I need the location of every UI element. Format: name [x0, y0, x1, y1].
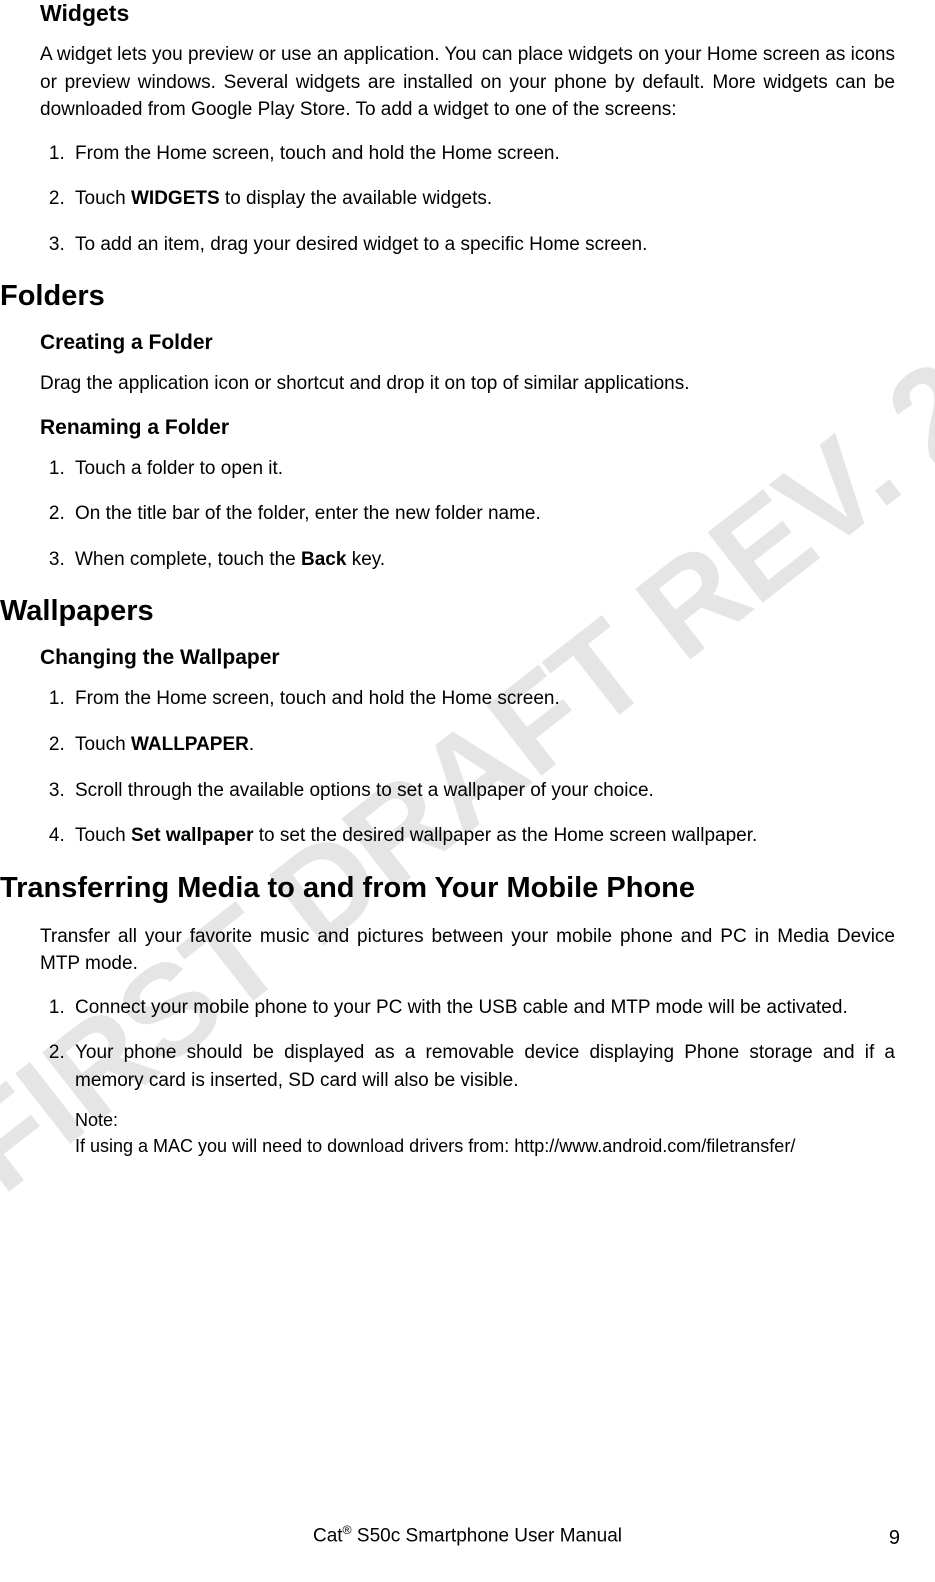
transferring-note: Note: If using a MAC you will need to do… [75, 1108, 895, 1158]
widgets-intro: A widget lets you preview or use an appl… [40, 41, 895, 124]
wallpaper-steps: From the Home screen, touch and hold the… [40, 685, 895, 849]
heading-renaming-folder: Renaming a Folder [40, 416, 895, 440]
transferring-step-2: Your phone should be displayed as a remo… [70, 1039, 895, 1094]
wallpaper-step-4: Touch Set wallpaper to set the desired w… [70, 822, 895, 850]
renaming-step-2: On the title bar of the folder, enter th… [70, 500, 895, 528]
transferring-steps: Connect your mobile phone to your PC wit… [40, 994, 895, 1095]
heading-transferring: Transferring Media to and from Your Mobi… [0, 872, 895, 905]
heading-widgets: Widgets [40, 0, 895, 27]
widgets-step-1: From the Home screen, touch and hold the… [70, 140, 895, 168]
widgets-step-3: To add an item, drag your desired widget… [70, 231, 895, 259]
page-content: Widgets A widget lets you preview or use… [40, 0, 895, 1159]
heading-creating-folder: Creating a Folder [40, 331, 895, 355]
wallpaper-step-3: Scroll through the available options to … [70, 777, 895, 805]
widgets-step-2: Touch WIDGETS to display the available w… [70, 185, 895, 213]
footer: Cat® S50c Smartphone User Manual [0, 1523, 935, 1547]
wallpaper-step-1: From the Home screen, touch and hold the… [70, 685, 895, 713]
note-label: Note: [75, 1108, 895, 1133]
transferring-intro: Transfer all your favorite music and pic… [40, 923, 895, 978]
wallpaper-step-2: Touch WALLPAPER. [70, 731, 895, 759]
note-text: If using a MAC you will need to download… [75, 1134, 895, 1159]
heading-wallpapers: Wallpapers [0, 595, 895, 628]
renaming-steps: Touch a folder to open it. On the title … [40, 455, 895, 574]
page-number: 9 [889, 1527, 900, 1550]
renaming-step-3: When complete, touch the Back key. [70, 546, 895, 574]
widgets-steps: From the Home screen, touch and hold the… [40, 140, 895, 259]
renaming-step-1: Touch a folder to open it. [70, 455, 895, 483]
creating-folder-text: Drag the application icon or shortcut an… [40, 370, 895, 398]
transferring-step-1: Connect your mobile phone to your PC wit… [70, 994, 895, 1022]
heading-changing-wallpaper: Changing the Wallpaper [40, 646, 895, 670]
heading-folders: Folders [0, 280, 895, 313]
